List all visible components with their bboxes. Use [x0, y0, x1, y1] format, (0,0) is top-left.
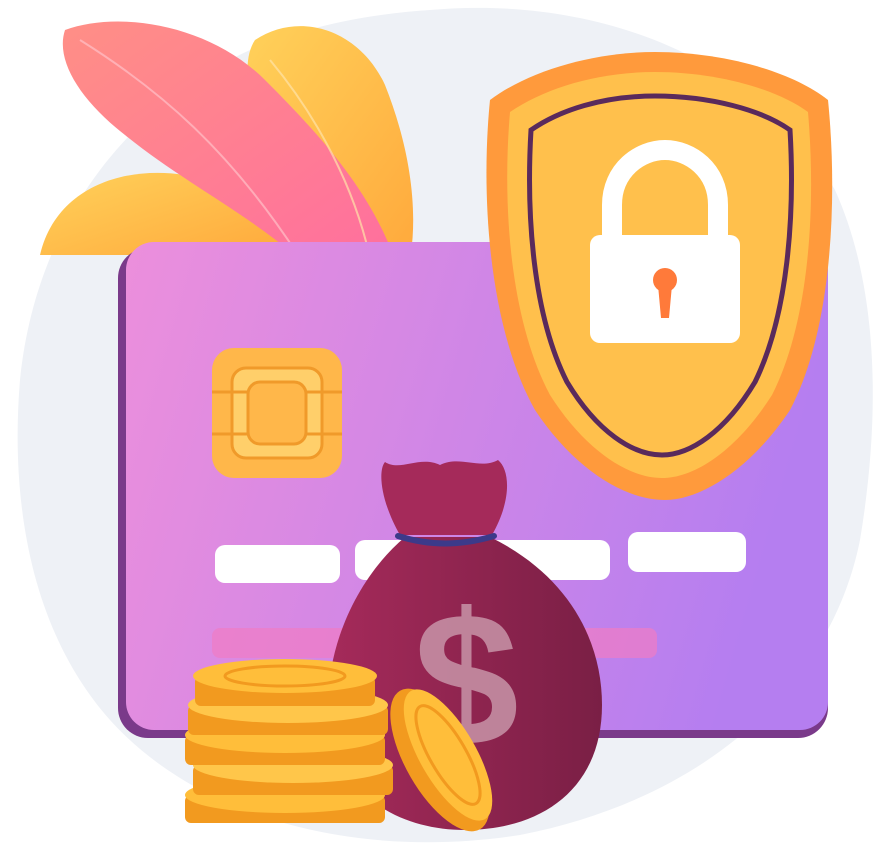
coin-stack-icon: [185, 659, 393, 823]
card-chip: [212, 348, 342, 478]
payment-security-illustration: $: [0, 0, 884, 849]
illustration-canvas: $: [17, 7, 873, 843]
leaves-icon: [40, 21, 414, 260]
